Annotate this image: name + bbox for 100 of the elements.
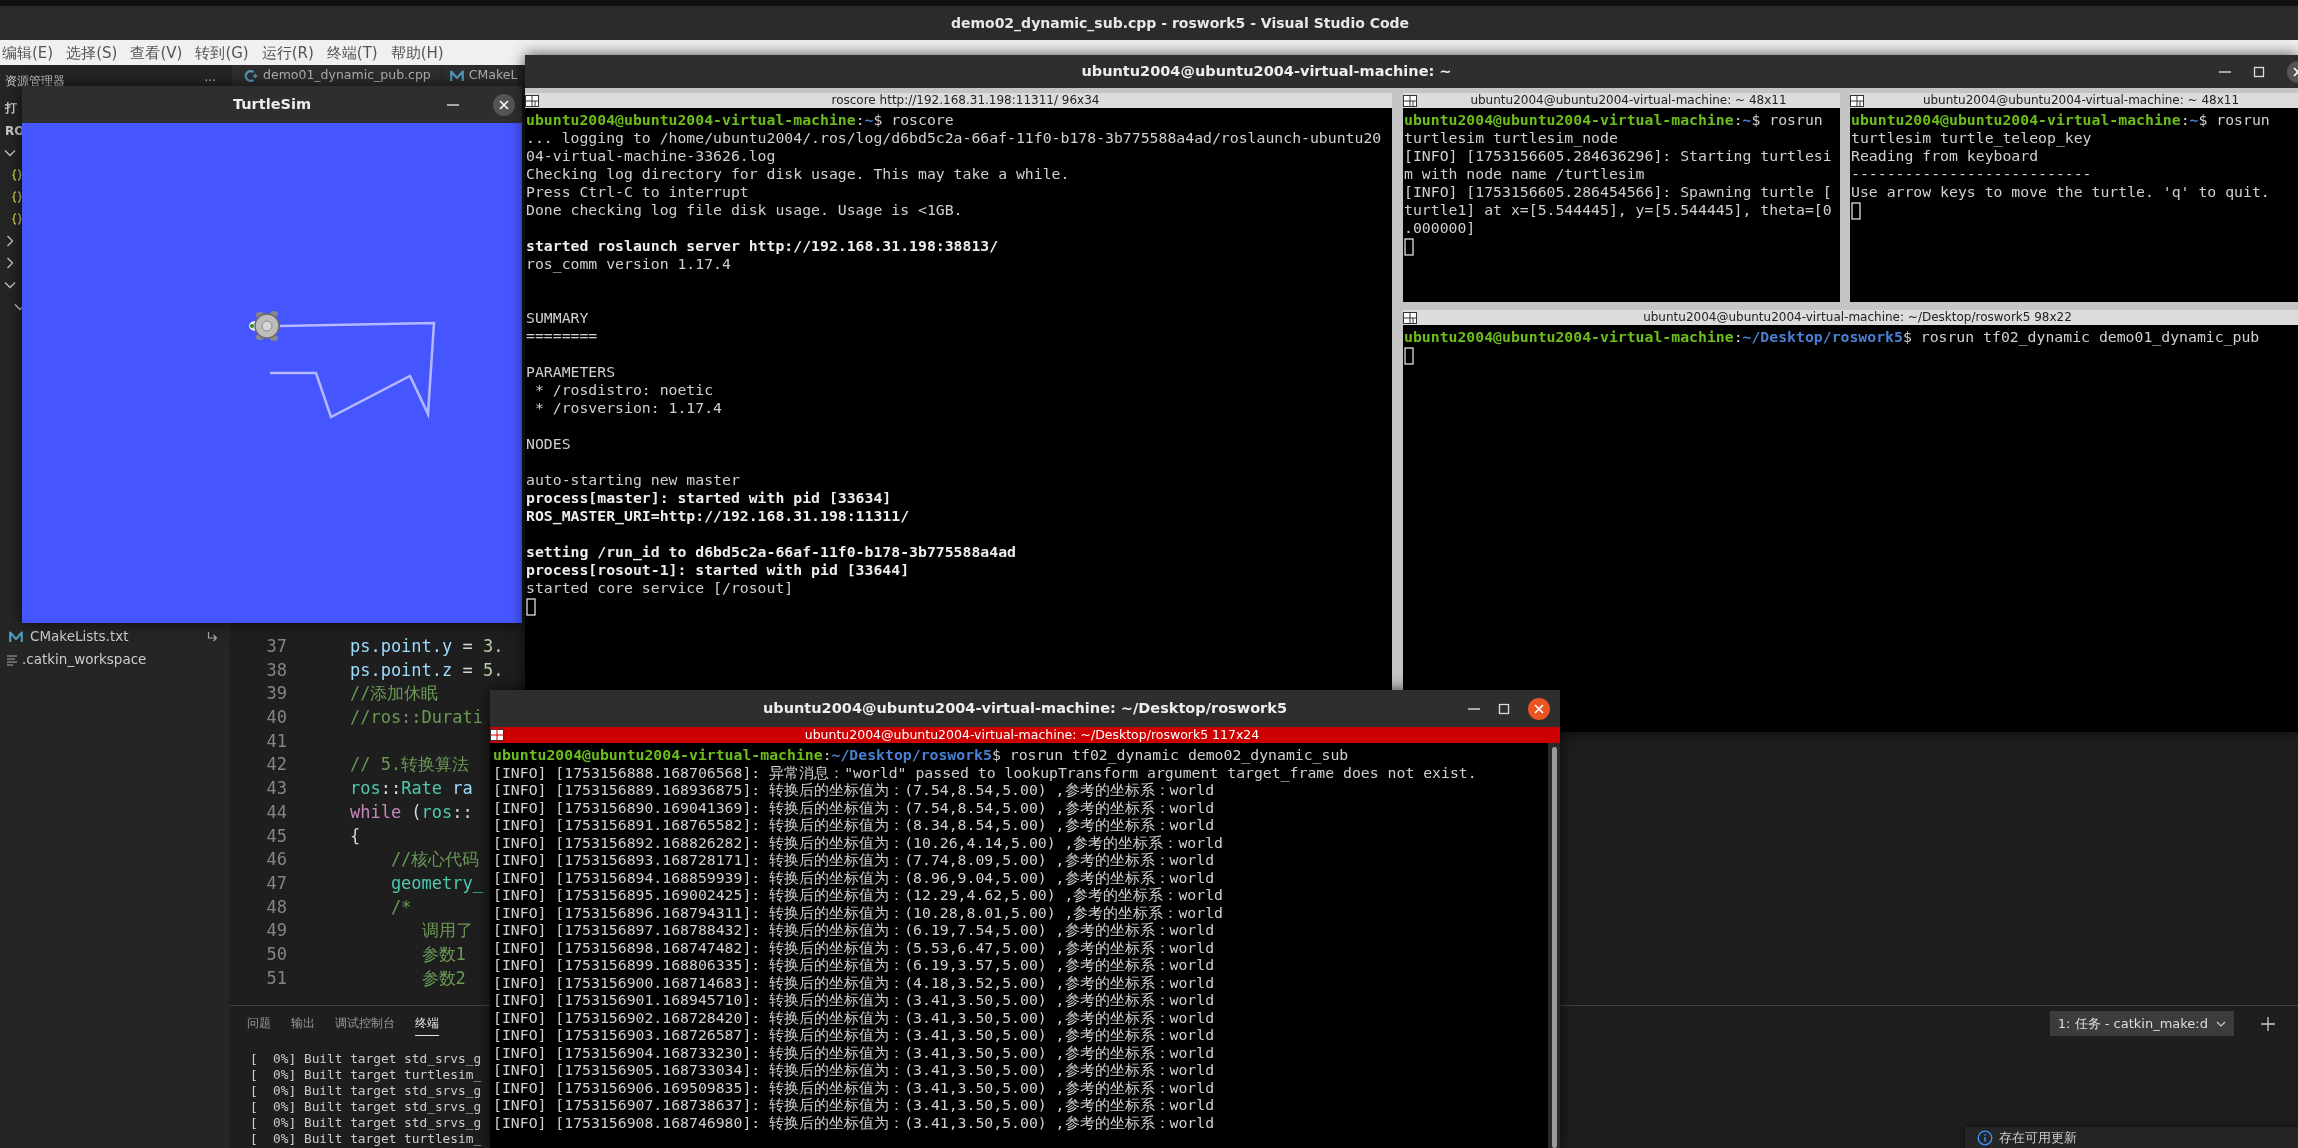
cursor-icon	[1404, 347, 1414, 365]
terminal-line: Use arrow keys to move the turtle. 'q' to quit.	[1851, 183, 2271, 201]
cursor-icon	[1404, 238, 1414, 256]
file-name[interactable]: CMakeLists.txt	[30, 626, 129, 647]
menu-item[interactable]: 转到(G)	[193, 42, 251, 63]
chevron-down-icon[interactable]	[4, 281, 16, 289]
line-number: 44	[265, 800, 287, 824]
chevron-right-icon[interactable]	[6, 257, 14, 269]
panel-tab[interactable]: 问题	[247, 1011, 271, 1036]
close-button[interactable]	[493, 93, 515, 116]
terminal-line: Press Ctrl-C to interrupt	[526, 183, 750, 201]
line-number: 43	[265, 777, 287, 801]
terminal-line: started core service [/rosout]	[526, 579, 795, 597]
menu-item[interactable]: 编辑(E)	[0, 42, 56, 63]
prompt-line: ubuntu2004@ubuntu2004-virtual-machine:~/Desktop/roswork5$ rosrun tf02_dynamic demo02_dynamic_sub	[493, 746, 1350, 764]
code-line: //ros::Durati	[348, 706, 483, 730]
terminal-line: [INFO] [1753156889.168936875]: 转换后的坐标值为：(7.54,8.54,5.00) ,参考的坐标系：world	[493, 781, 1216, 799]
menu-item[interactable]: 运行(R)	[259, 42, 316, 63]
terminal-line: [INFO] [1753156892.168826282]: 转换后的坐标值为：(10.26,4.14,5.00) ,参考的坐标系：world	[493, 833, 1224, 851]
pane-title: ubuntu2004@ubuntu2004-virtual-machine: ~ 48x11	[1469, 93, 1788, 108]
sidebar-title: 资源管理器	[5, 72, 65, 90]
pane-title: ubuntu2004@ubuntu2004-virtual-machine: ~ 48x11	[1921, 93, 2241, 108]
minimize-button[interactable]	[2219, 70, 2231, 73]
scrollbar[interactable]	[1548, 743, 1560, 1148]
cursor-icon	[526, 598, 536, 616]
notification-text: 存在可用更新	[1999, 1130, 2077, 1146]
chevron-down-icon[interactable]	[4, 149, 16, 157]
line-number: 46	[265, 848, 287, 872]
prompt-line: ubuntu2004@ubuntu2004-virtual-machine:~$ rosrun	[1404, 111, 1824, 129]
terminal-line: setting /run_id to d6bd5c2a-66af-11f0-b178-3b775588a4ad	[526, 543, 1017, 561]
line-number: 39	[265, 682, 287, 706]
terminal-line: [ 0%] Built target turtlesim_	[250, 1131, 482, 1147]
terminal-line: m with node name /turtlesim	[1404, 165, 1646, 183]
turtle-icon	[249, 311, 280, 341]
editor-tab[interactable]: demo01_dynamic_pub.cpp	[232, 65, 442, 86]
terminal-line: [INFO] [1753156895.169002425]: 转换后的坐标值为：(12.29,4.62,5.00) ,参考的坐标系：world	[493, 886, 1224, 904]
window-title: ubuntu2004@ubuntu2004-virtual-machine: ~	[1081, 61, 1452, 81]
code-line: geometry_	[389, 871, 483, 895]
close-icon	[1528, 697, 1550, 720]
terminal-line: [INFO] [1753156893.168728171]: 转换后的坐标值为：(7.74,8.09,5.00) ,参考的坐标系：world	[493, 851, 1216, 869]
terminal-line: ========	[526, 327, 599, 345]
minimize-button[interactable]	[447, 103, 459, 106]
window-title: TurtleSim	[233, 94, 311, 114]
maximize-button[interactable]	[2253, 65, 2265, 78]
code-line: ps.point.y = 3.	[348, 635, 504, 658]
line-number: 42	[265, 753, 287, 777]
terminal-line: .000000]	[1404, 219, 1477, 237]
close-button[interactable]	[1528, 697, 1550, 720]
terminal-line: NODES	[526, 435, 572, 453]
braces-icon	[12, 191, 22, 203]
terminal-line: Reading from keyboard	[1851, 147, 2040, 165]
text-file-icon	[6, 653, 18, 666]
maximize-button[interactable]	[1498, 702, 1510, 715]
menu-item[interactable]: 查看(V)	[128, 42, 185, 63]
prompt-line: ubuntu2004@ubuntu2004-virtual-machine:~$ rosrun	[1851, 111, 2271, 129]
pane-grid-icon	[525, 94, 539, 107]
terminal-line: [INFO] [1753156890.169041369]: 转换后的坐标值为：(7.54,8.54,5.00) ,参考的坐标系：world	[493, 798, 1216, 816]
code-line: //添加休眠	[348, 682, 439, 706]
file-name[interactable]: .catkin_workspace	[22, 649, 147, 670]
return-arrow-icon	[206, 630, 218, 643]
more-actions-button[interactable]: ···	[204, 71, 216, 90]
chevron-right-icon[interactable]	[6, 235, 14, 247]
menu-item[interactable]: 终端(T)	[324, 42, 380, 63]
code-line: 调用了	[420, 919, 473, 943]
terminal-line: [ 0%] Built target turtlesim_	[250, 1067, 482, 1083]
terminal-line: ros_comm version 1.17.4	[526, 255, 732, 273]
editor-tab[interactable]: CMakeL	[441, 65, 519, 86]
section-header[interactable]: 打	[5, 98, 17, 117]
line-number: 37	[265, 635, 287, 658]
window-title: demo02_dynamic_sub.cpp - roswork5 - Visual Studio Code	[950, 13, 1410, 34]
terminal-line: [INFO] [1753156900.168714683]: 转换后的坐标值为：(4.18,3.52,5.00) ,参考的坐标系：world	[493, 973, 1216, 991]
terminal-line: ... logging to /home/ubuntu2004/.ros/log/d6bd5c2a-66af-11f0-b178-3b775588a4ad/roslaunch-ubuntu20	[526, 129, 1383, 147]
panel-tab[interactable]: 输出	[291, 1011, 315, 1036]
terminal-line: [INFO] [1753156897.168788432]: 转换后的坐标值为：(6.19,7.54,5.00) ,参考的坐标系：world	[493, 921, 1216, 939]
braces-icon	[12, 213, 22, 225]
terminal-line: turtlesim turtle_teleop_key	[1851, 129, 2093, 147]
terminal-line: SUMMARY	[526, 309, 590, 327]
plus-icon[interactable]	[2260, 1015, 2276, 1032]
terminal-line: [INFO] [1753156901.168945710]: 转换后的坐标值为：(3.41,3.50,5.00) ,参考的坐标系：world	[493, 991, 1216, 1009]
terminal-line: process[master]: started with pid [33634]	[526, 489, 893, 507]
panel-tab[interactable]: 终端	[415, 1011, 439, 1036]
terminal-line: [INFO] [1753156904.168733230]: 转换后的坐标值为：(3.41,3.50,5.00) ,参考的坐标系：world	[493, 1043, 1216, 1061]
minimize-button[interactable]	[1468, 707, 1480, 710]
pane-title: roscore http://192.168.31.198:11311/ 96x34	[830, 93, 1101, 108]
terminal-line: [INFO] [1753156908.168746980]: 转换后的坐标值为：(3.41,3.50,5.00) ,参考的坐标系：world	[493, 1113, 1216, 1131]
code-line: ros::Rate ra	[348, 777, 473, 801]
terminal-line: [INFO] [1753156888.168706568]: 异常消息："world" passed to lookupTransform argument target_frame does not exist.	[493, 763, 1478, 781]
terminal-line: Done checking log file disk usage. Usage is <1GB.	[526, 201, 964, 219]
terminal-line: [INFO] [1753156903.168726587]: 转换后的坐标值为：(3.41,3.50,5.00) ,参考的坐标系：world	[493, 1026, 1216, 1044]
code-line: // 5.转换算法	[348, 753, 470, 777]
terminal-line: auto-starting new master	[526, 471, 741, 489]
terminal-line: started roslaunch server http://192.168.31.198:38813/	[526, 237, 1000, 255]
panel-tab[interactable]: 调试控制台	[335, 1011, 395, 1036]
prompt-line: ubuntu2004@ubuntu2004-virtual-machine:~/Desktop/roswork5$ rosrun tf02_dynamic demo01_dynamic_pub	[1404, 328, 2261, 346]
code-line: /*	[389, 895, 412, 919]
menu-item[interactable]: 帮助(H)	[388, 42, 446, 63]
window-title: ubuntu2004@ubuntu2004-virtual-machine: ~/Desktop/roswork5	[763, 698, 1287, 718]
terminal-line: [INFO] [1753156902.168728420]: 转换后的坐标值为：(3.41,3.50,5.00) ,参考的坐标系：world	[493, 1008, 1216, 1026]
terminal-dropdown[interactable]: 1: 任务 - catkin_make:d	[2049, 1010, 2234, 1037]
menu-item[interactable]: 选择(S)	[64, 42, 120, 63]
